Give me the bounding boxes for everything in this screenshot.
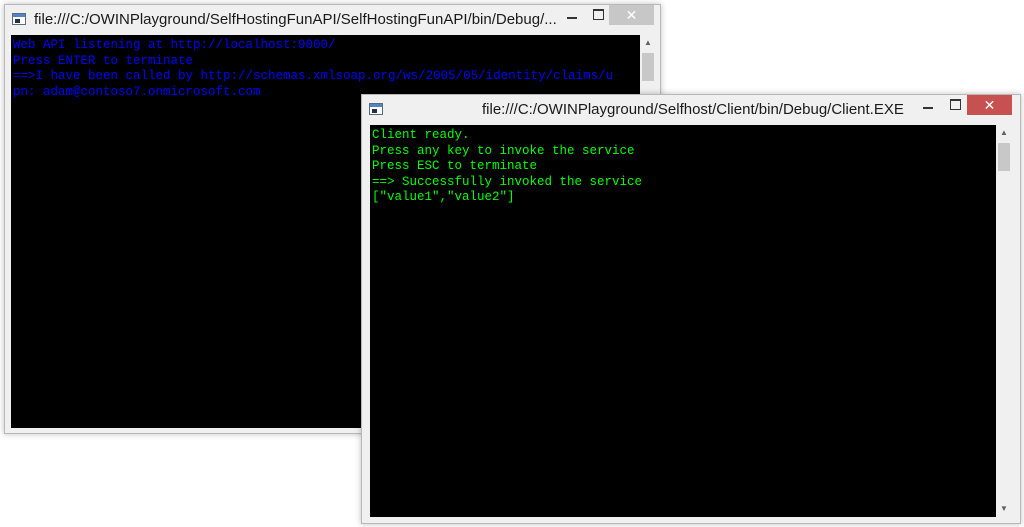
console-line: Press ESC to terminate <box>372 159 538 174</box>
minimize-button[interactable] <box>559 5 585 25</box>
client-console-output[interactable]: Client ready. Press any key to invoke th… <box>370 125 996 517</box>
console-app-icon[interactable] <box>369 103 383 115</box>
console-line: ==> Successfully invoked the service <box>372 174 643 189</box>
close-button[interactable]: ✕ <box>967 95 1012 115</box>
server-titlebar[interactable]: file:///C:/OWINPlayground/SelfHostingFun… <box>5 5 660 35</box>
scrollbar-thumb[interactable] <box>642 53 654 81</box>
close-button[interactable]: ✕ <box>609 5 654 25</box>
console-line: Press ENTER to terminate <box>13 53 194 68</box>
client-window-title: file:///C:/OWINPlayground/Selfhost/Clien… <box>482 101 904 118</box>
server-window-title: file:///C:/OWINPlayground/SelfHostingFun… <box>34 11 557 28</box>
console-line: Web API listening at http://localhost:90… <box>13 38 336 52</box>
scroll-up-icon[interactable]: ▲ <box>996 125 1012 141</box>
scroll-up-icon[interactable]: ▲ <box>640 35 656 51</box>
minimize-button[interactable] <box>915 95 941 115</box>
console-app-icon[interactable] <box>12 13 26 25</box>
scroll-down-icon[interactable]: ▼ <box>996 501 1012 517</box>
maximize-button[interactable] <box>942 95 968 115</box>
maximize-button[interactable] <box>585 5 611 25</box>
scrollbar-thumb[interactable] <box>998 143 1010 171</box>
console-line: Press any key to invoke the service <box>372 143 635 158</box>
client-titlebar[interactable]: file:///C:/OWINPlayground/Selfhost/Clien… <box>362 95 1020 125</box>
client-vertical-scrollbar[interactable]: ▲ ▼ <box>996 125 1012 517</box>
console-line: Client ready. <box>372 128 470 142</box>
client-console-window[interactable]: file:///C:/OWINPlayground/Selfhost/Clien… <box>361 94 1021 524</box>
console-line: ==>I have been called by http://schemas.… <box>13 69 614 84</box>
console-line: ["value1","value2"] <box>372 190 515 205</box>
